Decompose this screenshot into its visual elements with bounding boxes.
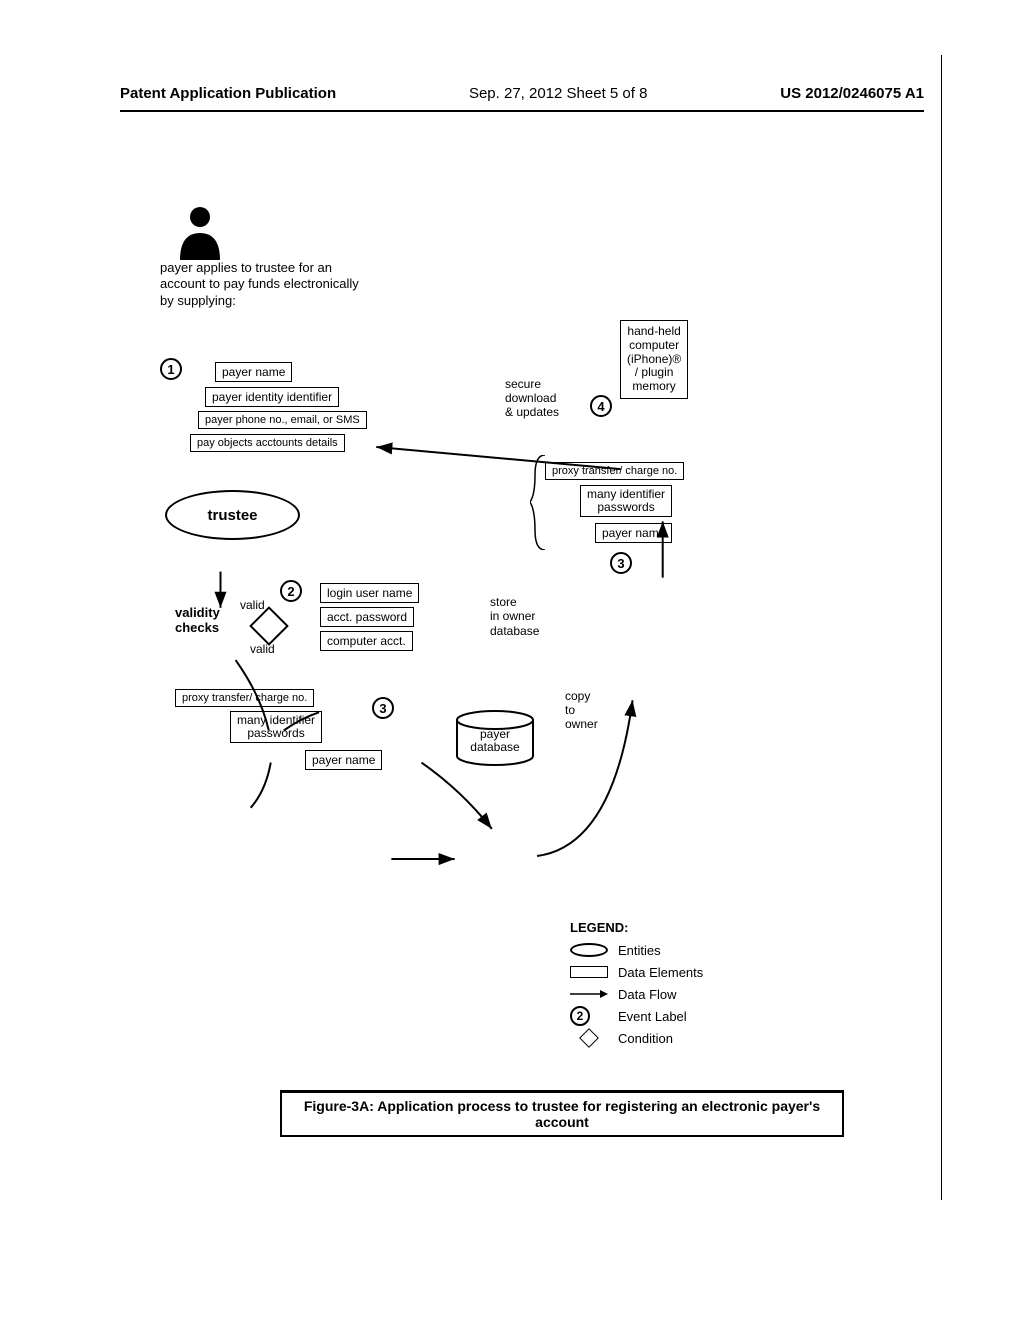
de-proxy-a: proxy transfer/ charge no.	[175, 689, 314, 707]
de-proxy-b: proxy transfer/ charge no.	[545, 462, 684, 480]
valid-out-1: valid	[240, 598, 265, 612]
legend-row-condition: Condition	[570, 1027, 703, 1049]
legend-row-data-flow: Data Flow	[570, 983, 703, 1005]
legend: LEGEND: Entities Data Elements Data Flow…	[570, 920, 703, 1049]
diamond-icon	[579, 1028, 599, 1048]
diagram: payer applies to trustee for an account …	[120, 180, 924, 1120]
page: Patent Application Publication Sep. 27, …	[0, 0, 1024, 1320]
rect-icon	[570, 966, 608, 978]
handheld-computer-box: hand-held computer (iPhone)® / plugin me…	[620, 320, 688, 399]
legend-row-entities: Entities	[570, 939, 703, 961]
person-icon	[175, 205, 225, 263]
de-payer-name-1: payer name	[215, 362, 292, 382]
ellipse-icon	[570, 943, 608, 957]
header-center: Sep. 27, 2012 Sheet 5 of 8	[469, 85, 647, 102]
de-computer-acct: computer acct.	[320, 631, 413, 651]
step-1-label: 1	[160, 358, 182, 380]
de-acct-password: acct. password	[320, 607, 414, 627]
step-3-label-a: 3	[372, 697, 394, 719]
arrow-icon	[570, 988, 608, 1000]
step-4-label: 4	[590, 395, 612, 417]
curly-brace-icon	[530, 455, 550, 550]
de-many-ids-a: many identifier passwords	[230, 711, 322, 743]
de-many-ids-b: many identifier passwords	[580, 485, 672, 517]
copy-to-owner-label: copy to owner	[565, 690, 598, 731]
validity-diamond	[249, 606, 289, 646]
de-login-user: login user name	[320, 583, 419, 603]
trustee-entity: trustee	[165, 490, 300, 540]
validity-label: validity checks	[175, 605, 220, 635]
secure-download-label: secure download & updates	[505, 378, 559, 419]
arrows-overlay	[120, 180, 924, 1120]
legend-row-data-elements: Data Elements	[570, 961, 703, 983]
de-payer-id: payer identity identifier	[205, 387, 339, 407]
step-3-label-b: 3	[610, 552, 632, 574]
page-header: Patent Application Publication Sep. 27, …	[120, 85, 924, 102]
de-payer-phone: payer phone no., email, or SMS	[198, 411, 367, 429]
valid-out-2: valid	[250, 642, 275, 656]
de-pay-objects: pay objects acctounts details	[190, 434, 345, 452]
header-rule	[120, 110, 924, 112]
payer-applies-text: payer applies to trustee for an account …	[160, 260, 360, 309]
store-label: store in owner database	[490, 595, 539, 638]
header-right: US 2012/0246075 A1	[780, 85, 924, 102]
page-right-border	[941, 55, 942, 1200]
de-payer-name-b: payer name	[595, 523, 672, 543]
circled-number-icon: 2	[570, 1006, 590, 1026]
header-left: Patent Application Publication	[120, 85, 336, 102]
de-payer-name-a: payer name	[305, 750, 382, 770]
legend-row-event-label: 2 Event Label	[570, 1005, 703, 1027]
legend-title: LEGEND:	[570, 920, 703, 935]
payer-database-entity: payer database	[455, 710, 535, 760]
figure-caption: Figure-3A: Application process to truste…	[280, 1090, 844, 1137]
step-2-label: 2	[280, 580, 302, 602]
